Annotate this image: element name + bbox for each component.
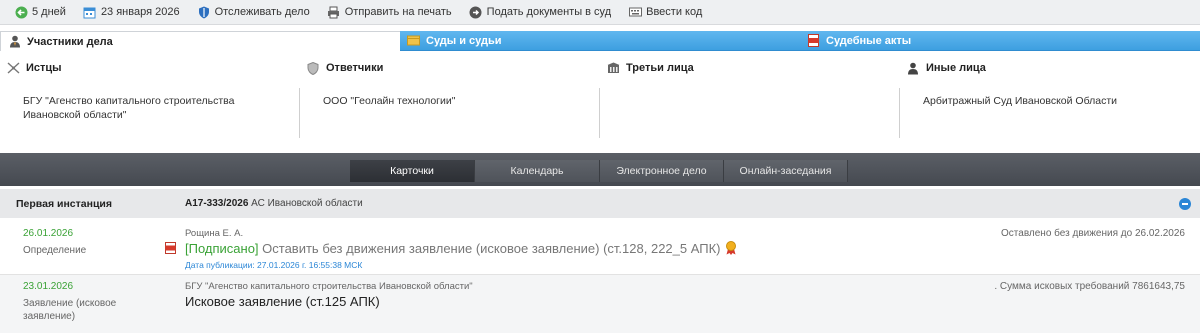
parties-panel: Истцы БГУ "Агенство капитального строите…	[0, 60, 1200, 142]
party-third: Третьи лица	[600, 60, 900, 142]
party-others: Иные лица Арбитражный Суд Ивановской Обл…	[900, 60, 1200, 142]
party-defendants-title: Ответчики	[326, 62, 384, 74]
case-tabs: Участники дела Суды и судьи Судебные акт…	[0, 31, 1200, 51]
nav-calendar-button[interactable]: Календарь	[475, 160, 600, 182]
case-court: АС Ивановской области	[248, 198, 363, 209]
tab-court-acts[interactable]: Судебные акты	[800, 31, 1200, 51]
party-defendants-text[interactable]: ООО "Геолайн технологии"	[323, 94, 583, 108]
party-others-header: Иные лица	[900, 60, 1200, 76]
track-case-label: Отслеживать дело	[214, 6, 310, 18]
nav-cards-button[interactable]: Карточки	[350, 160, 475, 182]
building-icon	[606, 61, 620, 75]
document-title: Оставить без движения заявление (исковое…	[258, 241, 721, 256]
document-author: Рощина Е. А.	[185, 228, 244, 239]
pdf-icon	[807, 34, 820, 47]
tab-courts-judges[interactable]: Суды и судьи	[400, 31, 800, 51]
person-icon	[8, 35, 21, 48]
party-others-text[interactable]: Арбитражный Суд Ивановской Области	[923, 94, 1183, 108]
view-switcher: Карточки Календарь Электронное дело Онла…	[350, 160, 848, 182]
nav-online-sessions-button[interactable]: Онлайн-заседания	[724, 160, 848, 182]
document-author: БГУ "Агенство капитального строительства…	[185, 281, 473, 292]
shield-icon	[197, 5, 211, 19]
document-type: Заявление (исковое заявление)	[23, 298, 117, 322]
document-status: Оставлено без движения до 26.02.2026	[1001, 228, 1185, 239]
back-5-days-button[interactable]: 5 дней	[14, 5, 66, 19]
date-label: 23 января 2026	[100, 6, 180, 18]
document-type: Определение	[23, 245, 87, 256]
tab-participants[interactable]: Участники дела	[0, 31, 400, 51]
claim-amount: . Сумма исковых требований 7861643,75	[994, 281, 1185, 292]
printer-icon	[327, 5, 341, 19]
keyboard-icon	[628, 5, 642, 19]
document-title-link[interactable]: [Подписано] Оставить без движения заявле…	[185, 241, 737, 256]
party-plaintiffs-title: Истцы	[26, 62, 62, 74]
document-row: 26.01.2026 Определение Рощина Е. А. [Под…	[0, 222, 1200, 272]
back-5-days-label: 5 дней	[32, 6, 66, 18]
instance-case: А17-333/2026 АС Ивановской области	[185, 198, 363, 209]
toolbar: 5 дней 23 января 2026 Отслеживать дело О…	[0, 0, 1200, 25]
party-others-title: Иные лица	[926, 62, 986, 74]
nav-electronic-case-button[interactable]: Электронное дело	[600, 160, 724, 182]
enter-code-label: Ввести код	[646, 6, 703, 18]
party-plaintiffs-text[interactable]: БГУ "Агенство капитального строительства…	[23, 94, 283, 122]
collapse-toggle-icon[interactable]	[1179, 198, 1191, 210]
view-nav-bar: Карточки Календарь Электронное дело Онла…	[0, 153, 1200, 186]
track-case-button[interactable]: Отслеживать дело	[197, 5, 310, 19]
party-third-header: Третьи лица	[600, 60, 900, 76]
document-date: 26.01.2026	[23, 228, 74, 239]
print-button[interactable]: Отправить на печать	[327, 5, 452, 19]
submit-documents-button[interactable]: Подать документы в суд	[469, 5, 611, 19]
party-plaintiffs-header: Истцы	[0, 60, 300, 76]
submit-documents-label: Подать документы в суд	[486, 6, 612, 18]
instance-label: Первая инстанция	[16, 197, 112, 210]
tab-court-acts-label: Судебные акты	[826, 34, 912, 47]
date-button[interactable]: 23 января 2026	[83, 5, 180, 19]
person-icon	[906, 61, 920, 75]
arrow-circle-icon	[469, 5, 483, 19]
document-title[interactable]: Исковое заявление (ст.125 АПК)	[185, 294, 380, 309]
party-third-title: Третьи лица	[626, 62, 694, 74]
calendar-icon	[83, 5, 97, 19]
party-defendants-header: Ответчики	[300, 60, 600, 76]
award-icon	[725, 241, 736, 255]
signed-badge: [Подписано]	[185, 241, 259, 256]
enter-code-button[interactable]: Ввести код	[628, 5, 702, 19]
pdf-icon[interactable]	[165, 242, 176, 254]
tab-participants-label: Участники дела	[27, 35, 113, 48]
party-plaintiffs: Истцы БГУ "Агенство капитального строите…	[0, 60, 300, 142]
scales-icon	[6, 61, 20, 75]
publication-date: Дата публикации: 27.01.2026 г. 16:55:38 …	[185, 260, 363, 270]
document-row: 23.01.2026 Заявление (исковое заявление)…	[0, 274, 1200, 333]
tab-courts-judges-label: Суды и судьи	[426, 34, 502, 47]
print-label: Отправить на печать	[344, 6, 452, 18]
party-defendants: Ответчики ООО "Геолайн технологии"	[300, 60, 600, 142]
instance-header[interactable]: Первая инстанция А17-333/2026 АС Ивановс…	[0, 189, 1200, 218]
back-arrow-icon	[14, 5, 28, 19]
document-date: 23.01.2026	[23, 281, 74, 292]
shield-icon	[306, 61, 320, 75]
case-number: А17-333/2026	[185, 198, 249, 209]
folder-icon	[407, 34, 420, 47]
